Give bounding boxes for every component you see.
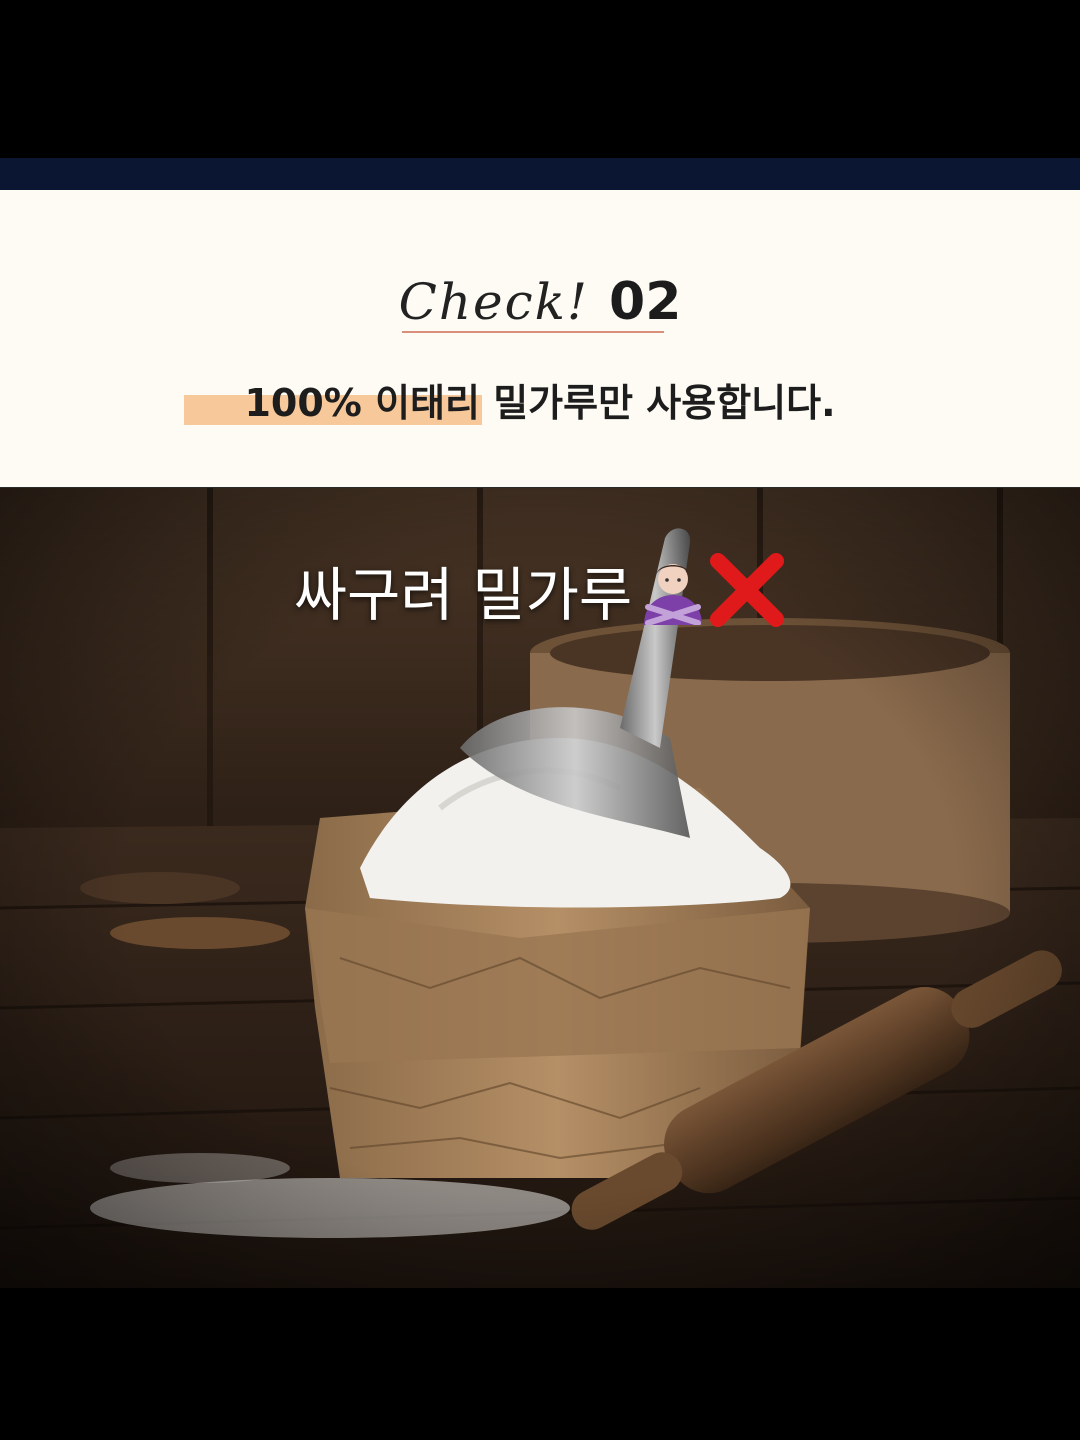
photo-overlay-caption: 싸구려 밀가루 [0,548,1080,632]
person-gesturing-no-icon [638,555,708,626]
navy-band [0,158,1080,190]
bottom-letterbox [0,1288,1080,1440]
caption-text: 싸구려 밀가루 [293,561,633,629]
header-panel [0,190,1080,488]
check-number: 02 [609,272,682,332]
check-label: Check! [398,273,590,331]
top-letterbox [0,0,1080,158]
subtitle-highlight-text: 100% 이태리 [244,381,480,425]
red-x-icon [708,551,786,629]
subtitle: 100% 이태리 밀가루만 사용합니다. [0,372,1080,427]
check-heading: Check! 02 [0,272,1080,332]
check-underline [402,331,664,333]
subtitle-text: 밀가루만 사용합니다. [479,381,836,425]
